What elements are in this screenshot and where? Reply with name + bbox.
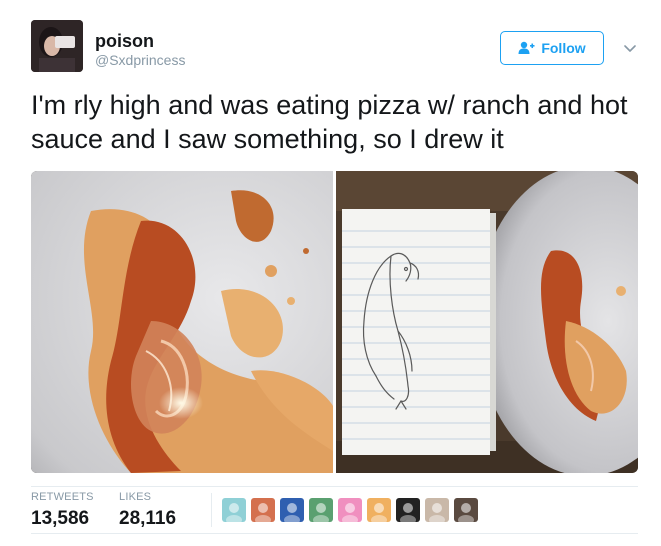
stats-divider <box>211 493 212 527</box>
liker-avatar-3[interactable] <box>280 498 304 522</box>
media-grid <box>31 171 638 473</box>
liker-avatar-5[interactable] <box>338 498 362 522</box>
liker-avatar-4[interactable] <box>309 498 333 522</box>
profile-photo <box>31 20 83 72</box>
retweets-count: 13,586 <box>31 508 90 529</box>
retweets-stat[interactable]: RETWEETS 13,586 <box>31 491 94 531</box>
tweet-text: I'm rly high and was eating pizza w/ ran… <box>31 90 628 154</box>
likes-label: LIKES <box>119 491 152 503</box>
likes-count: 28,116 <box>119 508 177 529</box>
liker-avatar-1[interactable] <box>222 498 246 522</box>
liker-avatar-2[interactable] <box>251 498 275 522</box>
user-handle[interactable]: @Sxdprincess <box>95 52 185 68</box>
liker-avatar-9[interactable] <box>454 498 478 522</box>
likes-stat[interactable]: LIKES 28,116 <box>119 491 176 531</box>
liker-avatar-6[interactable] <box>367 498 391 522</box>
liked-by-facepile <box>222 498 478 522</box>
plate-sauce-photo[interactable] <box>31 171 333 473</box>
liker-avatar-7[interactable] <box>396 498 420 522</box>
retweets-label: RETWEETS <box>31 491 94 503</box>
chevron-down-icon[interactable] <box>622 40 638 56</box>
tweet-stats: RETWEETS 13,586 LIKES 28,116 <box>31 486 638 534</box>
follow-button[interactable]: Follow <box>500 31 604 65</box>
add-user-icon <box>518 41 535 55</box>
notebook-drawing-photo[interactable] <box>336 171 638 473</box>
display-name[interactable]: poison <box>95 31 154 51</box>
avatar[interactable] <box>31 20 83 72</box>
follow-button-label: Follow <box>541 40 586 56</box>
liker-avatar-8[interactable] <box>425 498 449 522</box>
